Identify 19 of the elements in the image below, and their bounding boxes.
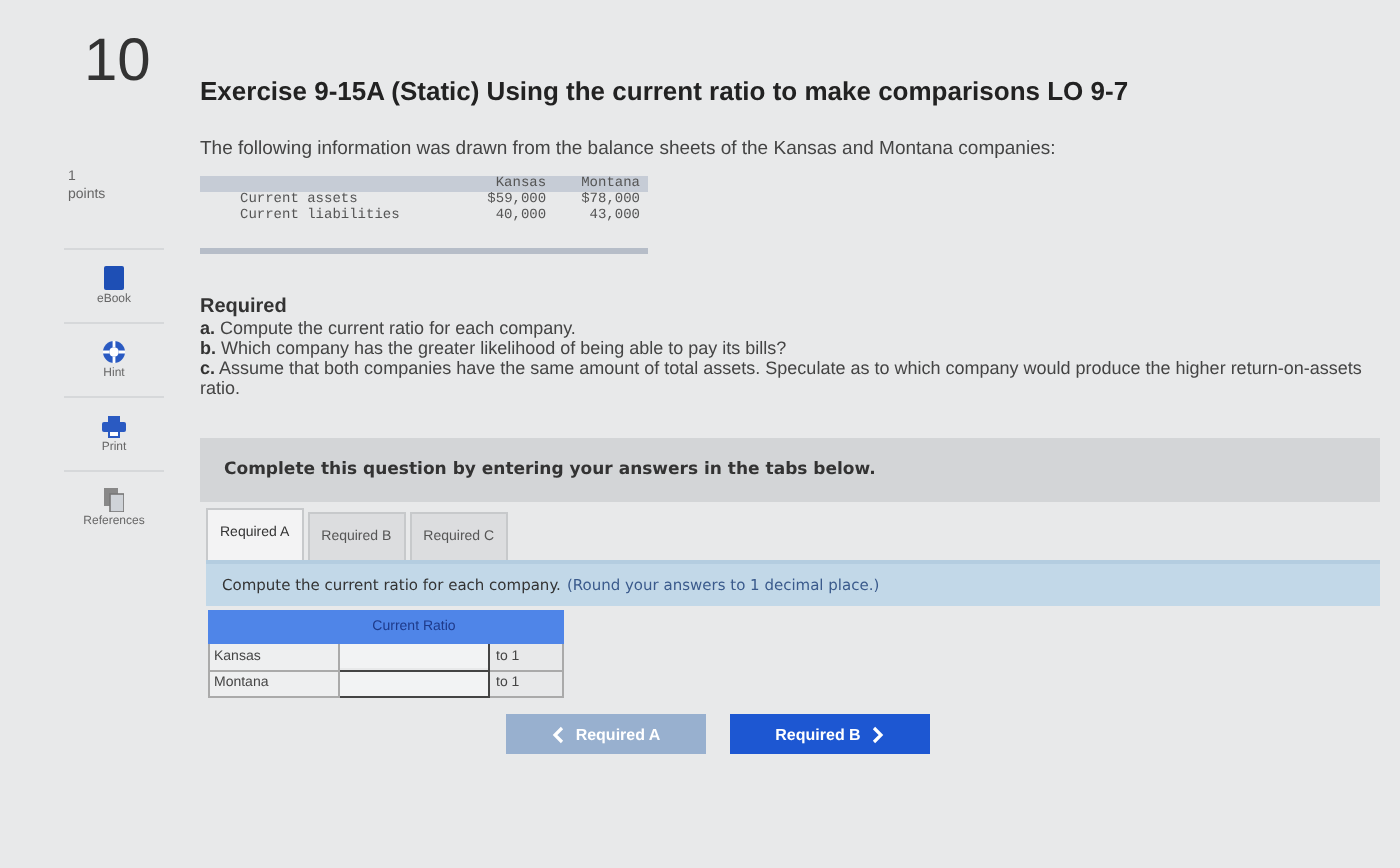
- chevron-left-icon: [551, 725, 564, 743]
- answer-field[interactable]: [340, 644, 488, 668]
- print-icon: [102, 415, 126, 437]
- header-cell: [209, 611, 339, 643]
- requirement-text: c. Assume that both companies have the same amount of total assets. Speculate as to which company would produce the higher return-on-assets ratio.: [200, 358, 1364, 398]
- requirement-text: b. Which company has the greater likelihood of being able to pay its bills?: [200, 338, 789, 358]
- requirement-text: a. Compute the current ratio for each company.: [200, 318, 578, 338]
- exercise-title: Exercise 9-15A (Static) Using the current ratio to make comparisons LO 9-7: [200, 76, 1131, 106]
- instruction-banner: Complete this question by entering your answers in the tabs below.: [200, 438, 1380, 502]
- next-button[interactable]: Required B: [730, 714, 930, 754]
- chevron-right-icon: [872, 725, 885, 743]
- documents-icon: [104, 488, 124, 512]
- answer-field[interactable]: [340, 671, 488, 695]
- question-number: 10: [82, 26, 153, 98]
- lifebuoy-icon: [102, 340, 126, 364]
- header-cell: [489, 611, 563, 643]
- intro-text: The following information was drawn from the balance sheets of the Kansas and Montana companies:: [200, 138, 1058, 160]
- required-heading: Required: [200, 298, 289, 318]
- book-icon: [104, 266, 124, 290]
